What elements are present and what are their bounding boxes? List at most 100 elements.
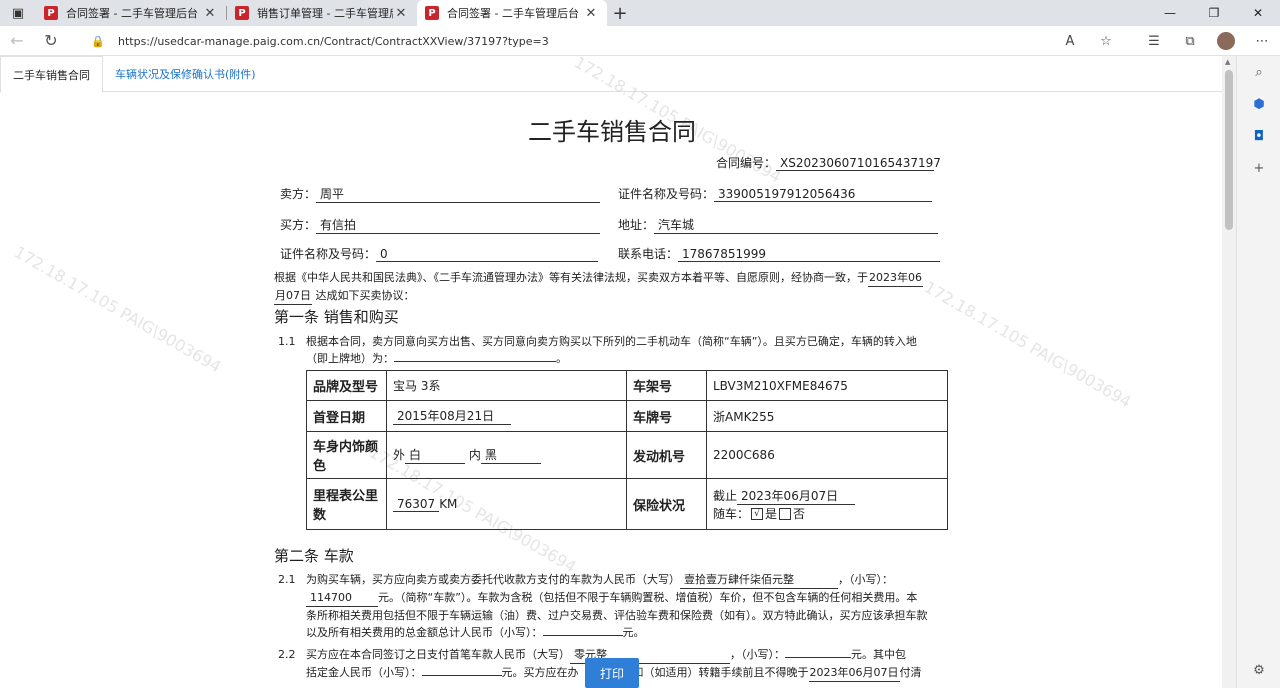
clause-text: 元。	[622, 626, 645, 639]
contract-title: 二手车销售合同	[528, 118, 696, 146]
tab-sales-contract[interactable]: 二手车销售合同	[0, 56, 103, 93]
buyer-label: 买方：	[280, 218, 317, 232]
browser-tab-1[interactable]: P 合同签署 - 二手车管理后台 ✕	[36, 0, 226, 26]
contract-number-row: 合同编号： XS2023060710165437197	[716, 154, 941, 171]
mileage-label: 里程表公里数	[306, 478, 387, 530]
section-1-heading: 第一条 销售和购买	[274, 308, 399, 326]
office-icon[interactable]: ⬢	[1237, 88, 1280, 120]
mileage-value: 76307	[393, 497, 440, 512]
add-sidebar-icon[interactable]: +	[1237, 152, 1280, 184]
yes-checkbox[interactable]: √	[751, 508, 764, 520]
clause-2-1: 2.1 为购买车辆，买方应向卖方或卖方委托代收款方支付的车款为人民币（大写） 壹拾壹…	[278, 571, 948, 641]
browser-tab-3-active[interactable]: P 合同签署 - 二手车管理后台 ✕	[417, 0, 607, 26]
address-value: 汽车城	[654, 216, 939, 234]
vehicle-info-table: 品牌及型号 宝马 3系 车架号 LBV3M210XFME84675 首登日期 2…	[306, 370, 948, 530]
scroll-up-icon[interactable]: ▲	[1225, 58, 1230, 66]
reload-icon[interactable]: ↻	[34, 26, 68, 56]
close-tab-icon[interactable]: ✕	[393, 6, 409, 21]
browser-tab-2[interactable]: P 销售订单管理 - 二手车管理后台 ✕	[227, 0, 417, 26]
interior-label: 内	[468, 448, 481, 462]
engine-label: 发动机号	[626, 431, 707, 479]
vin-value: LBV3M210XFME84675	[706, 370, 948, 401]
clause-text: 和（如适用）转籍手续前且不得晚于	[632, 666, 809, 679]
clause-text: ，（小写）：	[730, 648, 785, 661]
more-menu-icon[interactable]: ⋯	[1244, 26, 1280, 56]
window-controls: — ❐ ✕	[1148, 0, 1280, 26]
table-row: 品牌及型号 宝马 3系 车架号 LBV3M210XFME84675	[306, 370, 948, 401]
avatar[interactable]	[1217, 32, 1235, 50]
clause-1-1: 1.1 根据本合同，卖方同意向买方出售、买方同意向卖方购买以下所列的二手机动车（简…	[278, 333, 948, 367]
contract-number-label: 合同编号：	[716, 156, 777, 170]
browser-tab-title: 合同签署 - 二手车管理后台	[66, 7, 198, 20]
plate-value: 浙AMK255	[706, 400, 948, 432]
address-bar[interactable]: 🔒 https://usedcar-manage.paig.com.cn/Con…	[88, 29, 1128, 53]
scrollbar-thumb[interactable]	[1225, 70, 1233, 230]
reg-date-value: 2015年08月21日	[393, 407, 511, 425]
seller-row: 卖方： 周平	[280, 185, 601, 203]
favorite-add-icon[interactable]: ☆	[1088, 26, 1124, 56]
table-row: 首登日期 2015年08月21日 车牌号 浙AMK255	[306, 400, 948, 432]
close-tab-icon[interactable]: ✕	[202, 6, 218, 21]
clause-text: 以及所有相关费用的总金额总计人民币（小写）：	[306, 626, 543, 639]
collections-icon[interactable]: ⧉	[1172, 26, 1208, 56]
page-scrollbar[interactable]: ▲	[1222, 56, 1236, 688]
price-lower: 114700	[306, 589, 378, 607]
browser-tab-strip: ▣ P 合同签署 - 二手车管理后台 ✕ P 销售订单管理 - 二手车管理后台 …	[0, 0, 1280, 26]
insurance-until-value: 2023年06月07日	[737, 487, 856, 505]
intro-paragraph: 根据《中华人民共和国民法典》、《二手车流通管理办法》等有关法律法规，买卖双方本着…	[274, 269, 950, 305]
seller-value: 周平	[316, 185, 601, 203]
table-row: 车身内饰颜色 外白 内黑 发动机号 2200C686	[306, 431, 948, 479]
back-arrow-icon[interactable]: ←	[0, 26, 34, 56]
first-payment-lower-blank	[785, 646, 851, 658]
buyer-row: 买方： 有信拍	[280, 216, 601, 234]
outlook-icon[interactable]: ◘	[1237, 120, 1280, 152]
brand-label: 品牌及型号	[306, 370, 387, 401]
yes-label: 是	[765, 506, 778, 521]
intro-date-cont: 月07日	[274, 287, 312, 305]
contract-tabs: 二手车销售合同 车辆状况及保修确认书(附件)	[0, 56, 1222, 93]
with-car-label: 随车：	[713, 506, 750, 521]
clause-text: 为购买车辆，买方应向卖方或卖方委托代收款方支付的车款为人民币（大写）	[306, 573, 680, 586]
new-tab-icon[interactable]: +	[607, 0, 633, 26]
brand-value: 宝马 3系	[386, 370, 627, 401]
color-cell: 外白 内黑	[386, 431, 627, 479]
edge-sidebar: ⌕ ⬢ ◘ + ⚙	[1236, 56, 1280, 688]
minimize-icon[interactable]: —	[1148, 0, 1192, 26]
read-aloud-icon[interactable]: A	[1052, 26, 1088, 56]
section-2-heading: 第二条 车款	[274, 547, 354, 565]
browser-toolbar: ← ↻ 🔒 https://usedcar-manage.paig.com.cn…	[0, 26, 1280, 56]
close-window-icon[interactable]: ✕	[1236, 0, 1280, 26]
clause-text: 付清	[899, 666, 922, 679]
clause-number: 1.1	[278, 335, 296, 348]
table-row: 里程表公里数 76307 KM 保险状况 截止 2023年06月07日 随车： √ 是否	[306, 478, 948, 530]
search-icon[interactable]: ⌕	[1237, 56, 1280, 88]
restore-icon[interactable]: ❐	[1192, 0, 1236, 26]
close-tab-icon[interactable]: ✕	[583, 6, 599, 21]
no-checkbox[interactable]	[779, 508, 792, 520]
browser-tab-title: 销售订单管理 - 二手车管理后台	[257, 7, 393, 20]
seller-label: 卖方：	[280, 187, 317, 201]
seller-id-value: 339005197912056436	[714, 187, 933, 202]
tab-vehicle-condition[interactable]: 车辆状况及保修确认书(附件)	[103, 56, 268, 92]
favorites-icon[interactable]: ☰	[1136, 26, 1172, 56]
phone-value: 17867851999	[678, 247, 941, 262]
exterior-color: 白	[405, 446, 466, 464]
intro-date: 2023年06	[868, 269, 923, 287]
settings-gear-icon[interactable]: ⚙	[1237, 654, 1280, 686]
tab-actions-icon[interactable]: ▣	[0, 0, 36, 26]
address-label: 地址：	[618, 218, 655, 232]
seller-id-label: 证件名称及号码：	[618, 187, 715, 201]
mileage-cell: 76307 KM	[386, 478, 627, 530]
insurance-cell: 截止 2023年06月07日 随车： √ 是否	[706, 478, 948, 530]
clause-text: 根据本合同，卖方同意向买方出售、买方同意向卖方购买以下所列的二手机动车（简称“车…	[306, 335, 917, 348]
watermark: 172.18.17.105 PAIG\9003694	[11, 242, 225, 377]
phone-row: 联系电话： 17867851999	[618, 245, 941, 262]
clause-number: 2.1	[278, 573, 296, 586]
lock-icon[interactable]: 🔒	[88, 35, 108, 48]
buyer-value: 有信拍	[316, 216, 601, 234]
print-button[interactable]: 打印	[585, 658, 639, 688]
clause-text: 买方应在本合同签订之日支付首笔车款人民币（大写）	[306, 648, 570, 661]
price-upper: 壹拾壹万肆仟柒佰元整	[680, 571, 838, 589]
plate-label: 车牌号	[626, 400, 707, 432]
registration-place-blank	[394, 350, 556, 362]
